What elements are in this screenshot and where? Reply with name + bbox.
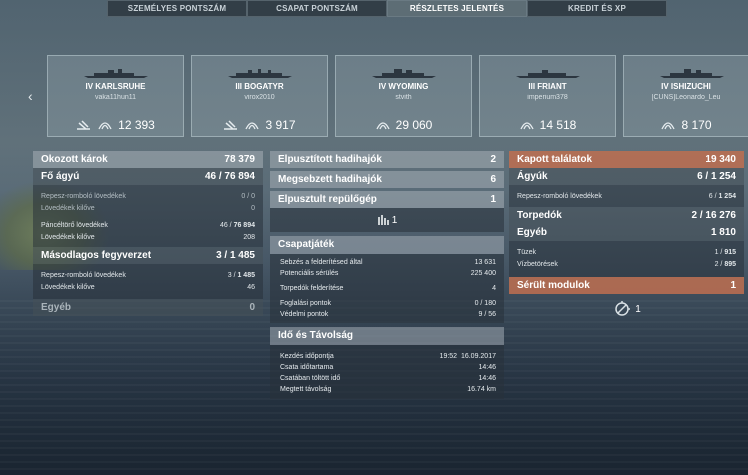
ship-name: III BOGATYR <box>235 82 284 91</box>
team-stat-row: Foglalási pontok 0 / 180 <box>280 300 496 307</box>
ship-name: IV ISHIZUCHI <box>661 82 711 91</box>
player-name: stvith <box>395 94 412 101</box>
module-count: 1 <box>635 303 641 315</box>
team-stat-row: Torpedók felderítése 4 <box>280 285 496 292</box>
damaged-modules-row: Sérült modulok 1 <box>509 277 744 294</box>
damage-icon <box>661 122 676 130</box>
torpedoes-received-row: Torpedók 2 / 16 276 <box>509 207 744 224</box>
tab-detailed-report[interactable]: RÉSZLETES JELENTÉS <box>387 0 527 17</box>
award-count: 1 <box>391 214 398 226</box>
damage-dealt-panel: Okozott károk 78 379 Fő ágyú 46 / 76 894 R… <box>33 151 263 316</box>
team-stat-row: Potenciális sérülés 225 400 <box>280 270 496 277</box>
ship-damage: 14 518 <box>539 118 577 132</box>
ship-card[interactable]: IV ISHIZUCHI [CUNS]Leonardo_Leu 8 170 <box>623 55 748 137</box>
team-stat-row: Védelmi pontok 9 / 56 <box>280 311 496 318</box>
torpedo-hit-icon <box>224 120 238 130</box>
tab-credits-xp[interactable]: KREDIT ÉS XP <box>527 0 667 17</box>
ship-silhouette-icon <box>372 69 436 78</box>
tab-team-score[interactable]: CSAPAT PONTSZÁM <box>247 0 387 17</box>
ship-card[interactable]: IV KARLSRUHE vaka11hun11 12 393 <box>47 55 184 137</box>
team-play-block: Sebzés a felderítésed által 13 631 Potenc… <box>270 254 504 323</box>
damage-icon <box>520 122 534 130</box>
main-battery-row: Fő ágyú 46 / 76 894 <box>33 168 263 185</box>
time-distance-title: Idő és Távolság <box>270 327 504 345</box>
player-name: imperium378 <box>527 94 568 101</box>
fires-row: Tüzek 1 / 915 <box>509 246 744 258</box>
damage-icon <box>376 122 390 130</box>
team-play-title: Csapatjáték <box>270 236 504 254</box>
ship-name: III FRIANT <box>528 82 567 91</box>
ship-card[interactable]: III FRIANT imperium378 14 518 <box>479 55 616 137</box>
module-status-row: 1 <box>509 294 744 324</box>
hits-received-total: Kapott találatok 19 340 <box>509 151 744 168</box>
ship-silhouette-icon <box>516 70 580 78</box>
ship-silhouette-icon <box>84 69 148 78</box>
player-name: vaka11hun11 <box>95 94 136 101</box>
guns-received-row: Ágyúk 6 / 1 254 <box>509 168 744 185</box>
time-stat-row: Megtett távolság 16.74 km <box>280 386 496 393</box>
combat-panel: Elpusztított hadihajók 2 Megsebzett hadih… <box>270 151 504 399</box>
ships-destroyed-row: Elpusztított hadihajók 2 <box>270 151 504 168</box>
secondary-he-row: Repesz-romboló lövedékek 3 / 1 485 <box>33 269 263 281</box>
ship-damage: 29 060 <box>395 118 433 132</box>
ship-silhouette-icon <box>660 69 724 78</box>
torpedo-hit-icon <box>77 120 91 130</box>
guns-he-received-row: Repesz-romboló lövedékek 6 / 1 254 <box>509 190 744 202</box>
damage-icon <box>245 122 260 130</box>
tab-personal-score[interactable]: SZEMÉLYES PONTSZÁM <box>107 0 247 17</box>
he-fired-row: Lövedékek kilőve 0 <box>33 202 263 214</box>
ship-name: IV WYOMING <box>378 82 429 91</box>
ship-silhouette-icon <box>228 69 292 78</box>
he-shells-row: Repesz-romboló lövedékek 0 / 0 <box>33 190 263 202</box>
planes-destroyed-row: Elpusztult repülőgép 1 <box>270 191 504 208</box>
ribbon-icon <box>377 215 389 225</box>
team-stat-row: Sebzés a felderítésed által 13 631 <box>280 259 496 266</box>
time-distance-block: Kezdés időpontja 19:52 16.09.2017 Csata i… <box>270 345 504 399</box>
damage-dealt-total: Okozott károk 78 379 <box>33 151 263 168</box>
ap-fired-row: Lövedékek kilőve 208 <box>33 231 263 243</box>
ap-shells-row: Páncéltörő lövedékek 46 / 76 894 <box>33 219 263 231</box>
floods-row: Vízbetörések 2 / 895 <box>509 258 744 270</box>
module-icon <box>615 301 631 316</box>
ship-card[interactable]: IV WYOMING stvith 29 060 <box>335 55 472 137</box>
ship-damage: 3 917 <box>265 118 296 132</box>
other-damage-row: Egyéb 0 <box>33 299 263 316</box>
secondary-fired-row: Lövedékek kilőve 46 <box>33 281 263 293</box>
player-name: virox2010 <box>244 94 275 101</box>
damage-received-panel: Kapott találatok 19 340 Ágyúk 6 / 1 254 Re… <box>509 151 744 324</box>
time-stat-row: Csata időtartama 14:46 <box>280 364 496 371</box>
secondary-battery-row: Másodlagos fegyverzet 3 / 1 485 <box>33 247 263 264</box>
time-stat-row: Csatában töltött idő 14:46 <box>280 375 496 382</box>
other-received-row: Egyéb 1 810 <box>509 224 744 241</box>
time-stat-row: Kezdés időpontja 19:52 16.09.2017 <box>280 353 496 360</box>
ship-card[interactable]: III BOGATYR virox2010 3 917 <box>191 55 328 137</box>
damage-icon <box>98 122 112 130</box>
ships-damaged-row: Megsebzett hadihajók 6 <box>270 171 504 188</box>
tab-bar: SZEMÉLYES PONTSZÁM CSAPAT PONTSZÁM RÉSZL… <box>107 0 667 17</box>
carousel-prev-button[interactable]: ‹ <box>28 88 33 104</box>
ship-damage: 8 170 <box>681 118 712 132</box>
ship-name: IV KARLSRUHE <box>85 82 146 91</box>
player-name: [CUNS]Leonardo_Leu <box>651 94 721 101</box>
award-row: 1 <box>270 208 504 232</box>
ship-damage: 12 393 <box>118 118 155 132</box>
